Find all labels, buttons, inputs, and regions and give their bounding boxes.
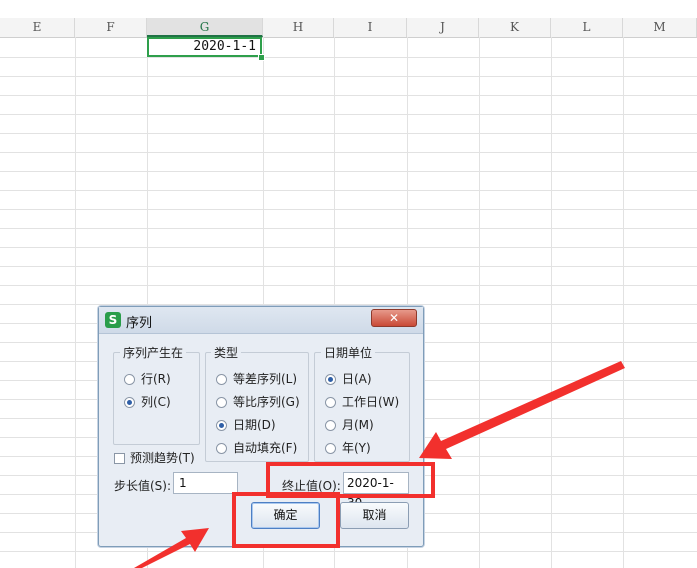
arrow-to-ok-button: [134, 528, 209, 568]
arrow-to-stop-value: [419, 361, 625, 459]
annotation-arrows: [134, 361, 625, 568]
